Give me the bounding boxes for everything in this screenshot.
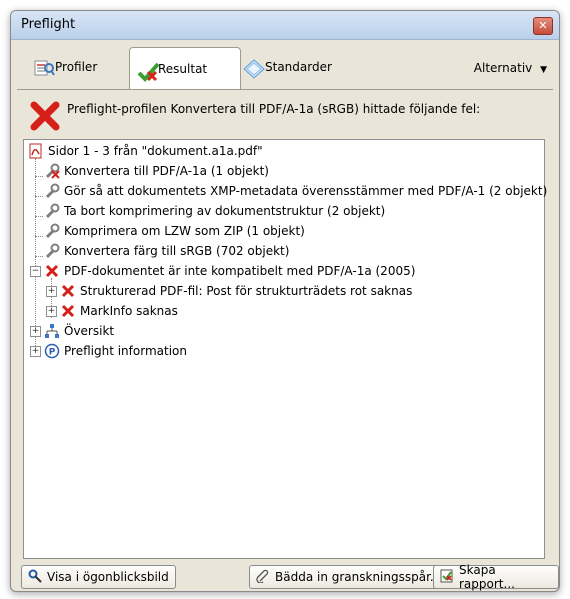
embed-audit-trail-button[interactable]: Bädda in granskningsspår... xyxy=(249,565,449,589)
overview-label: Översikt xyxy=(64,324,115,338)
preflight-info-label: Preflight information xyxy=(64,344,187,358)
collapse-toggle[interactable]: − xyxy=(30,266,41,277)
report-icon xyxy=(440,569,454,586)
expand-toggle[interactable]: + xyxy=(46,286,57,297)
window-title: Preflight xyxy=(21,17,76,32)
magnifier-icon xyxy=(28,569,42,586)
tree-item-overview[interactable]: Översikt xyxy=(44,322,114,340)
fixup-label: Ta bort komprimering av dokumentstruktur… xyxy=(64,204,386,218)
fixup-label: Gör så att dokumentets XMP-metadata över… xyxy=(64,184,548,198)
embed-button-label: Bädda in granskningsspår... xyxy=(275,570,442,584)
svg-text:P: P xyxy=(49,348,56,358)
error-icon xyxy=(60,283,76,299)
tree-item-error-group[interactable]: PDF-dokumentet är inte kompatibelt med P… xyxy=(44,262,415,280)
tab-standards-label: Standarder xyxy=(265,60,332,74)
snapshot-button[interactable]: Visa i ögonblicksbild xyxy=(21,565,176,589)
tree-root[interactable]: Sidor 1 - 3 från "dokument.a1a.pdf" xyxy=(28,142,263,160)
wrench-icon xyxy=(44,223,60,239)
tab-bar: Profiler Resultat Standarder Alternativ xyxy=(17,47,553,90)
wrench-icon xyxy=(44,243,60,259)
tab-profiles[interactable]: Profiler xyxy=(27,51,103,83)
result-message: Preflight-profilen Konvertera till PDF/A… xyxy=(17,89,553,140)
overview-icon xyxy=(44,323,60,339)
paperclip-icon xyxy=(256,569,270,586)
tab-results-label: Resultat xyxy=(158,62,208,76)
tree-root-label: Sidor 1 - 3 från "dokument.a1a.pdf" xyxy=(48,144,263,158)
error-label: Strukturerad PDF-fil: Post för strukturt… xyxy=(80,284,413,298)
bottom-bar: Visa i ögonblicksbild Bädda in gransknin… xyxy=(11,557,559,591)
tree-item-fixup[interactable]: Konvertera till PDF/A-1a (1 objekt) xyxy=(44,162,269,180)
tree-item-fixup[interactable]: Komprimera om LZW som ZIP (1 objekt) xyxy=(44,222,305,240)
tree-item-fixup[interactable]: Gör så att dokumentets XMP-metadata över… xyxy=(44,182,547,200)
tab-standards[interactable]: Standarder xyxy=(237,51,338,83)
chevron-down-icon: ▼ xyxy=(540,65,547,75)
tree-item-fixup[interactable]: Ta bort komprimering av dokumentstruktur… xyxy=(44,202,385,220)
title-bar: Preflight ✕ xyxy=(11,11,559,40)
fixup-error-icon xyxy=(44,163,60,179)
expand-toggle[interactable]: + xyxy=(30,346,41,357)
error-large-icon xyxy=(29,100,61,135)
create-report-button[interactable]: Skapa rapport... xyxy=(433,563,559,591)
options-menu[interactable]: Alternativ ▼ xyxy=(474,61,547,75)
result-message-text: Preflight-profilen Konvertera till PDF/A… xyxy=(67,102,481,116)
results-icon xyxy=(136,61,160,82)
profiles-icon xyxy=(33,59,55,76)
error-group-label: PDF-dokumentet är inte kompatibelt med P… xyxy=(64,264,416,278)
error-icon xyxy=(60,303,76,319)
error-icon xyxy=(44,263,60,279)
tree-item-error[interactable]: Strukturerad PDF-fil: Post för strukturt… xyxy=(60,282,412,300)
options-menu-label: Alternativ xyxy=(473,61,533,75)
pdf-file-icon xyxy=(28,143,44,159)
close-button[interactable]: ✕ xyxy=(533,17,553,35)
report-button-label: Skapa rapport... xyxy=(459,563,515,591)
tab-results[interactable]: Resultat xyxy=(129,47,241,90)
fixup-label: Komprimera om LZW som ZIP (1 objekt) xyxy=(64,224,305,238)
fixup-label: Konvertera färg till sRGB (702 objekt) xyxy=(64,244,290,258)
tree-item-error[interactable]: MarkInfo saknas xyxy=(60,302,178,320)
tree-item-preflight-info[interactable]: P Preflight information xyxy=(44,342,187,360)
results-tree[interactable]: Sidor 1 - 3 från "dokument.a1a.pdf" Konv… xyxy=(23,139,547,559)
expand-toggle[interactable]: + xyxy=(30,326,41,337)
preflight-window: Preflight ✕ Profiler Resultat Standarder… xyxy=(10,10,560,592)
tree-item-fixup[interactable]: Konvertera färg till sRGB (702 objekt) xyxy=(44,242,289,260)
expand-toggle[interactable]: + xyxy=(46,306,57,317)
snapshot-button-label: Visa i ögonblicksbild xyxy=(47,570,169,584)
standards-icon xyxy=(243,59,265,79)
tab-profiles-label: Profiler xyxy=(55,60,98,74)
wrench-icon xyxy=(44,203,60,219)
fixup-label: Konvertera till PDF/A-1a (1 objekt) xyxy=(64,164,269,178)
preflight-info-icon: P xyxy=(44,343,60,359)
wrench-icon xyxy=(44,183,60,199)
error-label: MarkInfo saknas xyxy=(80,304,178,318)
